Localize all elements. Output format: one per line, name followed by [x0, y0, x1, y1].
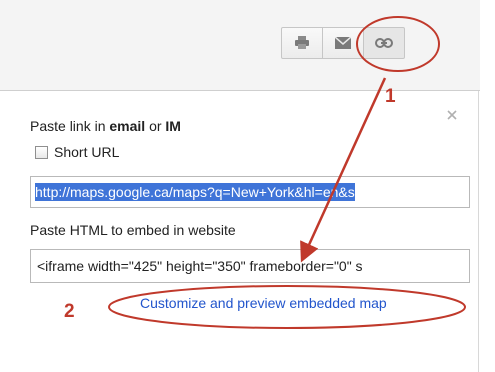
paste-link-label: Paste link in email or IM: [30, 118, 181, 134]
paste-link-im: IM: [165, 118, 181, 134]
link-icon: [375, 38, 393, 48]
link-url-value: http://maps.google.ca/maps?q=New+York&hl…: [35, 183, 355, 201]
link-button[interactable]: [363, 27, 405, 59]
customize-embedded-map-link[interactable]: Customize and preview embedded map: [140, 295, 387, 311]
short-url-checkbox[interactable]: [35, 145, 48, 159]
paste-link-prefix: Paste link in: [30, 118, 110, 134]
short-url-option[interactable]: Short URL: [35, 144, 119, 160]
print-icon: [295, 36, 309, 49]
email-icon: [335, 37, 351, 49]
embed-html-label: Paste HTML to embed in website: [30, 222, 236, 238]
short-url-label: Short URL: [54, 144, 120, 160]
email-button[interactable]: [322, 27, 364, 59]
embed-html-value: <iframe width="425" height="350" framebo…: [37, 258, 363, 274]
map-toolbar: [281, 27, 405, 59]
close-icon[interactable]: [445, 108, 459, 122]
step-1-marker: 1: [385, 86, 396, 107]
paste-link-or: or: [145, 118, 166, 134]
map-header-bar: [0, 0, 480, 91]
embed-html-field[interactable]: <iframe width="425" height="350" framebo…: [30, 249, 470, 283]
step-2-marker: 2: [64, 301, 75, 322]
print-button[interactable]: [281, 27, 323, 59]
link-url-field[interactable]: http://maps.google.ca/maps?q=New+York&hl…: [30, 176, 470, 208]
screenshot: Paste link in email or IM Short URL http…: [0, 0, 495, 372]
paste-link-email: email: [109, 118, 146, 134]
